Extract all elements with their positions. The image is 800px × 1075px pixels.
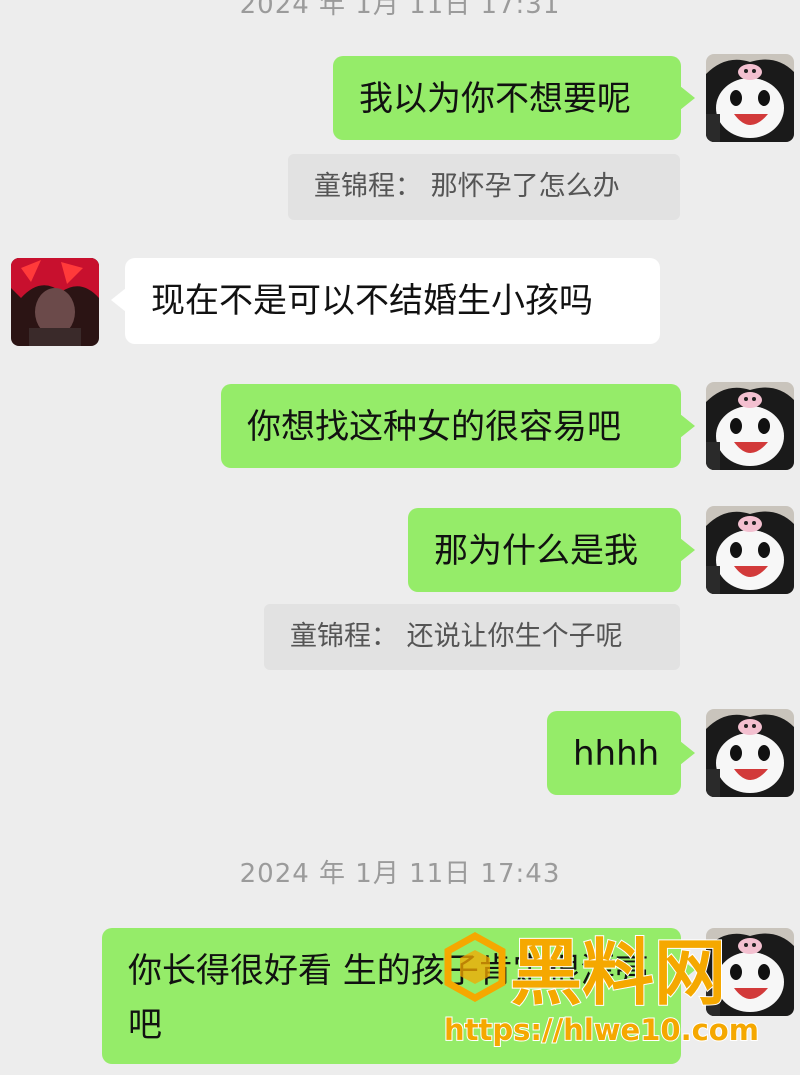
quoted-message[interactable]: 童锦程： 那怀孕了怎么办 [288, 154, 680, 220]
watermark: 黑料网 https://hlwe10.com [440, 928, 790, 1053]
my-avatar[interactable] [706, 382, 794, 470]
message-bubble-sent[interactable]: 我以为你不想要呢 [333, 56, 695, 140]
kuromi-avatar-icon [706, 382, 794, 470]
watermark-url: https://hlwe10.com [444, 1013, 759, 1047]
watermark-title: 黑料网 [510, 931, 726, 1015]
timestamp: 2024 年 1月 11日 17:43 [239, 859, 561, 889]
my-avatar[interactable] [706, 709, 794, 797]
watermark-logo-icon [444, 931, 506, 1003]
message-bubble-sent[interactable]: hhhh [547, 711, 695, 795]
my-avatar[interactable] [706, 506, 794, 594]
timestamp-top: 2024 年 1月 11日 17:31 [239, 0, 561, 20]
message-bubble-received[interactable]: 现在不是可以不结婚生小孩吗 [111, 258, 660, 344]
contact-avatar[interactable] [11, 258, 99, 346]
kuromi-avatar-icon [706, 709, 794, 797]
red-hair-avatar-icon [11, 258, 99, 346]
my-avatar[interactable] [706, 54, 794, 142]
quoted-message[interactable]: 童锦程： 还说让你生个子呢 [264, 604, 680, 670]
message-bubble-sent[interactable]: 你想找这种女的很容易吧 [221, 384, 695, 468]
kuromi-avatar-icon [706, 54, 794, 142]
kuromi-avatar-icon [706, 506, 794, 594]
message-bubble-sent[interactable]: 那为什么是我 [408, 508, 695, 592]
